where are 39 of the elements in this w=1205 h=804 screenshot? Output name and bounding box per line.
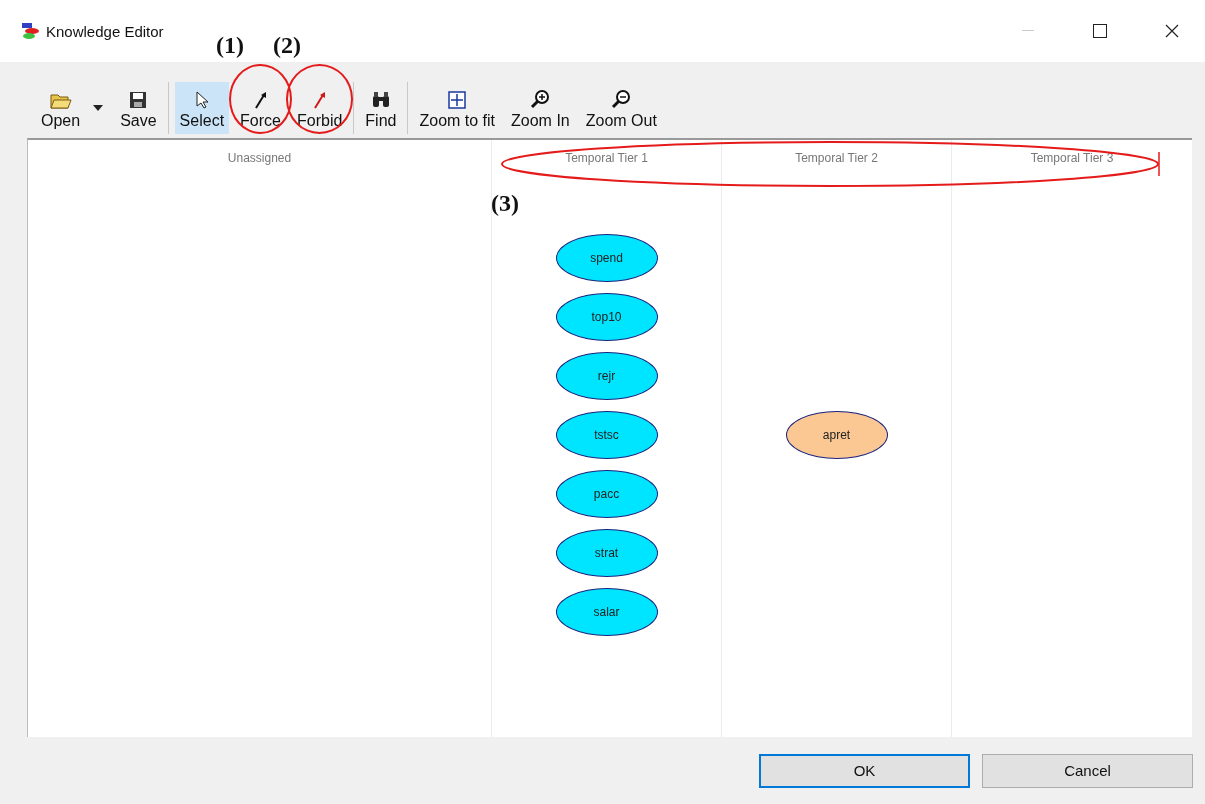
arrow-icon bbox=[253, 91, 268, 109]
graph-node[interactable]: apret bbox=[785, 410, 888, 459]
toolbar-button[interactable]: Save bbox=[115, 82, 162, 134]
folder-icon bbox=[49, 91, 72, 109]
cursor-icon bbox=[194, 91, 209, 109]
annotation-circle bbox=[229, 64, 292, 134]
fit-icon bbox=[448, 91, 467, 109]
annotation-label: (1) bbox=[216, 32, 245, 59]
toolbar-button[interactable]: Open bbox=[36, 82, 86, 134]
tier-header: Unassigned bbox=[226, 150, 293, 167]
graph-node[interactable]: salar bbox=[555, 587, 658, 636]
toolbar-button[interactable]: Forbid bbox=[292, 82, 348, 134]
zoom-out-icon bbox=[611, 89, 632, 109]
annotation-label: (3) bbox=[491, 190, 519, 217]
toolbar-button[interactable]: Zoom In bbox=[506, 82, 575, 134]
app-logo-icon bbox=[22, 23, 40, 39]
arrow-icon bbox=[312, 91, 327, 109]
dialog-button[interactable]: Cancel bbox=[982, 753, 1193, 788]
toolbar-button[interactable]: Zoom Out bbox=[580, 82, 662, 134]
graph-node[interactable]: pacc bbox=[555, 469, 658, 518]
graph-node[interactable]: tstsc bbox=[555, 410, 658, 459]
toolbar-button[interactable]: Find bbox=[360, 82, 402, 134]
toolbar-button[interactable]: Select bbox=[174, 82, 230, 134]
tier-header: Temporal Tier 2 bbox=[794, 150, 879, 167]
toolbar-button[interactable]: Zoom to fit bbox=[414, 82, 501, 134]
toolbar-button[interactable]: Force bbox=[235, 82, 286, 134]
annotation-label: (2) bbox=[273, 32, 301, 59]
graph-node[interactable]: top10 bbox=[555, 292, 658, 341]
window-title: Knowledge Editor bbox=[46, 22, 165, 40]
tier-header: Temporal Tier 1 bbox=[564, 150, 649, 167]
graph-node[interactable]: spend bbox=[555, 233, 658, 282]
dialog-button[interactable]: OK bbox=[759, 753, 970, 788]
caret-icon[interactable] bbox=[93, 105, 104, 111]
graph-node[interactable]: strat bbox=[555, 528, 658, 577]
zoom-in-icon bbox=[530, 89, 551, 109]
binoculars-icon bbox=[370, 91, 391, 109]
tier-header: Temporal Tier 3 bbox=[1029, 150, 1115, 167]
annotation-circle bbox=[286, 64, 354, 134]
graph-node[interactable]: rejr bbox=[555, 351, 658, 400]
